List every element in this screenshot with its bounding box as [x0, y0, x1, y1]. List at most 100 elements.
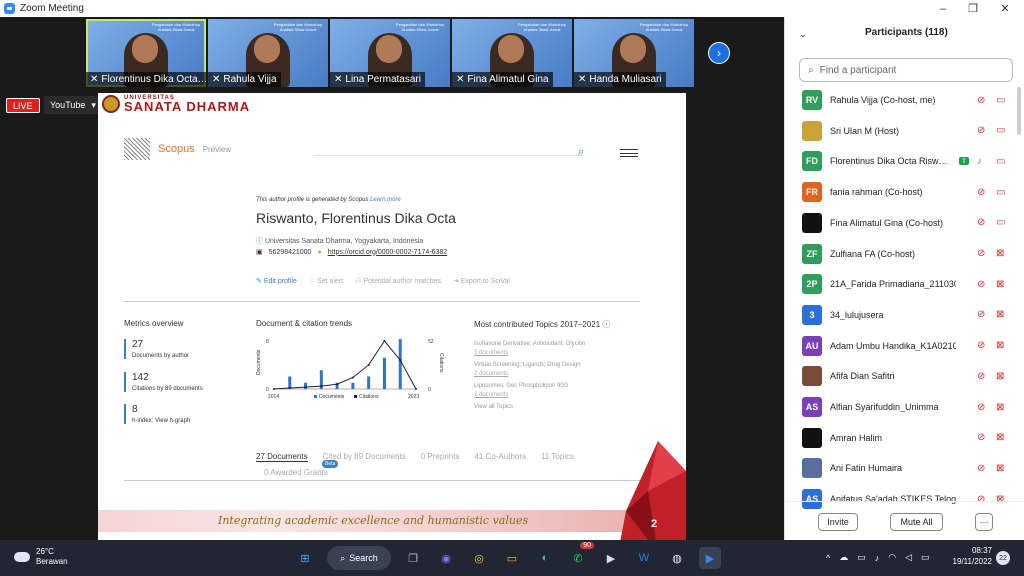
collapse-chevron-icon[interactable]: ⌄	[799, 29, 807, 40]
muted-mic-icon[interactable]: ⊘	[977, 371, 985, 382]
zoom-taskbar-icon[interactable]: ▶	[699, 547, 721, 569]
scrollbar[interactable]	[1017, 87, 1021, 135]
tagline: Integrating academic excellence and huma…	[218, 514, 529, 527]
video-off-icon[interactable]: ⊠	[996, 402, 1004, 413]
media-player-icon[interactable]: ▶	[600, 547, 622, 569]
participant-row[interactable]: 2P 21A_Farida Primadiana_211030… ⊘ ⊠	[785, 269, 1024, 299]
action-label: Edit profile	[263, 278, 297, 285]
video-off-icon[interactable]: ⊠	[996, 279, 1004, 290]
video-off-icon[interactable]: ⊠	[996, 371, 1004, 382]
participant-row[interactable]: Sri Ulan M (Host) ⊘ ▭	[785, 116, 1024, 146]
word-icon[interactable]: W	[633, 547, 655, 569]
participant-row[interactable]: AU Adam Umbu Handika_K1A0210… ⊘ ⊠	[785, 331, 1024, 361]
search-icon: ⌕	[340, 552, 346, 563]
video-icon[interactable]: ▭	[996, 217, 1005, 228]
muted-mic-icon[interactable]: ⊘	[977, 340, 985, 351]
video-off-icon[interactable]: ⊠	[996, 340, 1004, 351]
video-icon[interactable]: ▭	[996, 156, 1005, 167]
participant-row[interactable]: AS Alfian Syarifuddin_Unimma ⊘ ⊠	[785, 392, 1024, 422]
muted-mic-icon[interactable]: ⊘	[977, 248, 985, 259]
windows-start-icon[interactable]: ⊞	[294, 547, 316, 569]
volume-icon[interactable]: ◁	[905, 552, 912, 563]
muted-mic-icon[interactable]: ⊘	[977, 95, 985, 106]
participant-row[interactable]: ZF Zulfiana FA (Co-host) ⊘ ⊠	[785, 239, 1024, 269]
muted-mic-icon[interactable]: ⊘	[977, 217, 985, 228]
awarded-grants-tab: 0 Awarded Grants	[264, 468, 328, 477]
participant-video-tile[interactable]: Pengabdian dan Workshop Analisis Sitasi …	[86, 19, 206, 87]
video-off-icon[interactable]: ⊠	[996, 463, 1004, 474]
participant-search-input[interactable]: ⌕ Find a participant	[799, 58, 1013, 82]
caret-down-icon: ▾	[91, 99, 96, 110]
tile-name-bar: ✕ Fina Alimatul Gina	[452, 72, 553, 87]
participant-row[interactable]: 3 34_lulujusera ⊘ ⊠	[785, 300, 1024, 330]
topic-name: Liposomes; Gel; Phospholipon 90G	[474, 383, 569, 389]
next-page-button[interactable]: ›	[708, 42, 730, 64]
muted-mic-icon[interactable]: ⊘	[977, 279, 985, 290]
university-seal-icon	[102, 95, 120, 113]
maximize-button[interactable]: ❐	[958, 0, 988, 17]
battery-icon[interactable]: ▭	[921, 552, 930, 563]
chat-icon[interactable]: ◉	[435, 547, 457, 569]
muted-mic-icon[interactable]: ⊘	[977, 309, 985, 320]
edge-icon[interactable]: ◐	[534, 547, 556, 569]
search-underline	[314, 155, 582, 156]
scopus-id: 56298421000	[268, 248, 312, 256]
live-badge[interactable]: LIVE	[6, 98, 40, 113]
video-icon[interactable]: ▭	[996, 125, 1005, 136]
muted-mic-icon[interactable]: ⊘	[977, 402, 985, 413]
topics-title: Most contributed Topics 2017–2021 ⓘ	[474, 319, 610, 330]
obs-icon[interactable]: ◍	[666, 547, 688, 569]
profile-tab: 0 Preprints	[420, 452, 460, 461]
microphone-icon[interactable]: ♪	[875, 553, 880, 563]
scopus-header: Scopus Preview	[124, 138, 231, 160]
camera-icon[interactable]: ▭	[857, 552, 866, 563]
video-off-icon[interactable]: ⊠	[996, 432, 1004, 443]
video-off-icon[interactable]: ⊠	[996, 309, 1004, 320]
more-options-button[interactable]: ···	[975, 513, 993, 531]
participant-video-tile[interactable]: Pengabdian dan Workshop Analisis Sitasi …	[208, 19, 328, 87]
participant-name: Rahula Vijja (Co-host, me)	[830, 95, 936, 105]
show-hidden-icons[interactable]: ^	[826, 553, 830, 563]
participant-row[interactable]: Ani Fatin Humaira ⊘ ⊠	[785, 453, 1024, 483]
video-off-icon[interactable]: ⊠	[996, 248, 1004, 259]
close-button[interactable]: ✕	[990, 0, 1020, 17]
chrome-icon[interactable]: ◎	[468, 547, 490, 569]
video-icon[interactable]: ▭	[996, 95, 1005, 106]
mic-icon[interactable]: ♪	[977, 156, 982, 167]
participant-row[interactable]: Fina Alimatul Gina (Co-host) ⊘ ▭	[785, 208, 1024, 238]
participant-row[interactable]: FR fania rahman (Co-host) ⊘ ▭	[785, 177, 1024, 207]
profile-note: This author profile is generated by Scop…	[256, 197, 401, 203]
profile-actions: ✎ Edit profile ♢ Set alert ⚇ Potential aut…	[256, 277, 510, 285]
citation-trend-chart: 8 0 52 0 Documents Citations 2014 2023 Documents…	[256, 339, 444, 400]
video-icon[interactable]: ▭	[996, 187, 1005, 198]
participant-video-tile[interactable]: Pengabdian dan Workshop Analisis Sitasi …	[330, 19, 450, 87]
participant-video-tile[interactable]: Pengabdian dan Workshop Analisis Sitasi …	[574, 19, 694, 87]
tile-name-bar: ✕ Rahula Vijja	[208, 72, 281, 87]
file-explorer-icon[interactable]: ▭	[501, 547, 523, 569]
muted-mic-icon[interactable]: ⊘	[977, 187, 985, 198]
muted-mic-icon[interactable]: ⊘	[977, 125, 985, 136]
participant-row[interactable]: RV Rahula Vijja (Co-host, me) ⊘ ▭	[785, 85, 1024, 115]
invite-button[interactable]: Invite	[818, 513, 858, 531]
system-clock[interactable]: 08:37 19/11/2022	[946, 545, 992, 567]
task-view-icon[interactable]: ❐	[402, 547, 424, 569]
livestream-platform-menu[interactable]: YouTube ▾	[44, 96, 102, 114]
weather-widget[interactable]: 26°C Berawan	[14, 547, 68, 567]
whatsapp-icon[interactable]: ✆ 90	[567, 542, 594, 569]
participants-footer: Invite Mute All ···	[785, 501, 1024, 539]
metric-item: 27 Documents by author	[124, 339, 214, 359]
taskbar-search[interactable]: ⌕ Search	[327, 546, 391, 570]
muted-mic-icon[interactable]: ⊘	[977, 463, 985, 474]
notification-badge[interactable]: 22	[996, 551, 1010, 565]
participant-video-tile[interactable]: Pengabdian dan Workshop Analisis Sitasi …	[452, 19, 572, 87]
participant-face	[498, 35, 524, 63]
minimize-button[interactable]: –	[928, 0, 958, 17]
mute-all-button[interactable]: Mute All	[890, 513, 943, 531]
onedrive-icon[interactable]: ☁	[839, 552, 848, 563]
whatsapp-badge: 90	[580, 542, 594, 549]
participant-row[interactable]: Afifa Dian Safitri ⊘ ⊠	[785, 361, 1024, 391]
participant-row[interactable]: Amran Halim ⊘ ⊠	[785, 423, 1024, 453]
wifi-icon[interactable]: ◠	[888, 552, 896, 563]
muted-mic-icon[interactable]: ⊘	[977, 432, 985, 443]
participant-row[interactable]: FD Florentinus Dika Octa Risw… ⇧ ♪ ▭	[785, 146, 1024, 176]
